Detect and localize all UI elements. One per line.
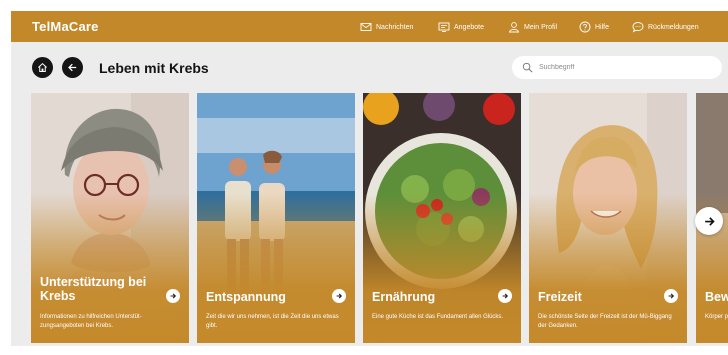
envelope-icon <box>360 23 372 31</box>
nav-help-label: Hilfe <box>595 23 610 31</box>
chat-bubble-icon <box>632 22 644 33</box>
arrow-right-icon <box>502 293 509 299</box>
nav-offers[interactable]: Angebote <box>438 20 484 34</box>
card-title: Unterstützung bei Krebs <box>40 275 147 303</box>
app-frame: TelMaCare Nachrichten Angebote Mein Prof… <box>11 11 728 346</box>
offers-icon <box>438 22 450 32</box>
nav-messages[interactable]: Nachrichten <box>360 20 413 34</box>
card-ernaehrung[interactable]: Ernährung Eine gute Küche ist das Fundam… <box>363 93 521 343</box>
nav-messages-label: Nachrichten <box>376 23 414 31</box>
card-description: Eine gute Küche ist das Fundament allen … <box>372 314 504 320</box>
top-bar: TelMaCare Nachrichten Angebote Mein Prof… <box>11 11 728 42</box>
page-title: Leben mit Krebs <box>99 60 209 76</box>
arrow-left-icon <box>68 63 77 72</box>
card-entspannung[interactable]: Entspannung Zeit die wir uns nehmen, ist… <box>197 93 355 343</box>
card-arrow-button[interactable] <box>664 289 678 303</box>
user-icon <box>508 22 520 33</box>
search-icon <box>522 62 533 73</box>
card-description: Die schönste Seite der Freizeit ist der … <box>538 314 672 329</box>
search-box[interactable] <box>512 56 722 79</box>
nav-profile-label: Mein Profil <box>524 23 558 31</box>
nav-feedback[interactable]: Rückmeldungen <box>632 20 699 34</box>
card-arrow-button[interactable] <box>166 289 180 303</box>
card-title: Bew <box>705 290 728 304</box>
search-input[interactable] <box>539 64 699 71</box>
carousel-next-button[interactable] <box>695 207 723 235</box>
back-button[interactable] <box>62 57 83 78</box>
card-arrow-button[interactable] <box>332 289 346 303</box>
card-freizeit[interactable]: Freizeit Die schönste Seite der Freizeit… <box>529 93 687 343</box>
help-icon <box>579 21 591 33</box>
arrow-right-icon <box>170 293 177 299</box>
brand-logo[interactable]: TelMaCare <box>32 19 99 34</box>
arrow-right-icon <box>668 293 675 299</box>
card-description: Zeit die wir uns nehmen, ist die Zeit di… <box>206 314 339 329</box>
home-icon <box>38 62 47 72</box>
arrow-right-icon <box>704 216 715 226</box>
card-arrow-button[interactable] <box>498 289 512 303</box>
nav-offers-label: Angebote <box>454 23 484 31</box>
nav-feedback-label: Rückmeldungen <box>648 23 699 31</box>
card-title: Freizeit <box>538 290 582 304</box>
card-description: Informationen zu hilfreichen Unterstüt-z… <box>40 314 142 329</box>
home-button[interactable] <box>32 57 53 78</box>
card-title: Ernährung <box>372 290 436 304</box>
nav-profile[interactable]: Mein Profil <box>508 20 557 34</box>
nav-help[interactable]: Hilfe <box>579 20 609 34</box>
card-description: Körper pie bei <box>705 314 728 320</box>
arrow-right-icon <box>336 293 343 299</box>
card-title: Entspannung <box>206 290 286 304</box>
card-unterstuetzung[interactable]: Unterstützung bei Krebs Informationen zu… <box>31 93 189 343</box>
